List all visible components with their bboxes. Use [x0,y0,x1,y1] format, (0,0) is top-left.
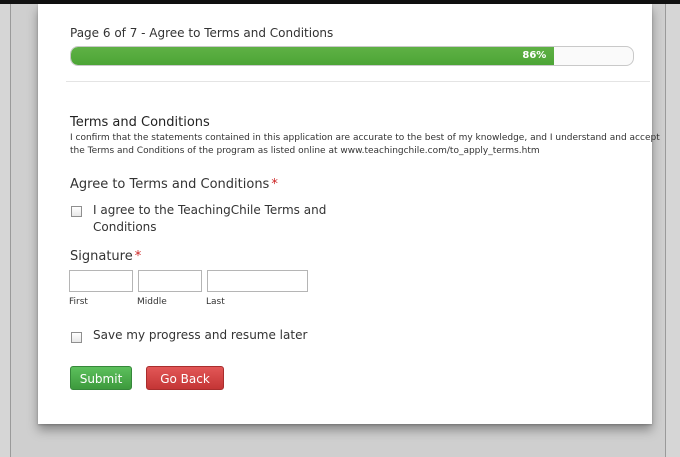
progress-fill: 86% [71,47,555,65]
progress-bar: 86% [70,46,634,66]
submit-button[interactable]: Submit [70,366,132,390]
form-card: Page 6 of 7 - Agree to Terms and Conditi… [38,4,660,424]
agree-field-label: Agree to Terms and Conditions * [70,177,278,192]
agree-terms-line-2: Conditions [93,220,157,234]
signature-last-sublabel: Last [206,297,225,307]
go-back-button[interactable]: Go Back [146,366,224,390]
signature-last-input[interactable] [207,270,308,292]
signature-first-input[interactable] [69,270,133,292]
agree-terms-line-1: I agree to the TeachingChile Terms and [93,203,327,217]
save-progress-checkbox[interactable] [71,332,82,343]
signature-field-label: Signature * [70,249,141,264]
signature-first-sublabel: First [69,297,88,307]
terms-description: I confirm that the statements contained … [70,133,660,156]
agree-terms-checkbox[interactable] [71,206,82,217]
agree-terms-checkbox-label[interactable]: I agree to the TeachingChile Terms and C… [93,202,326,236]
save-progress-label[interactable]: Save my progress and resume later [93,327,307,344]
progress-percent: 86% [522,50,547,61]
required-marker: * [271,177,278,192]
page-title: Page 6 of 7 - Agree to Terms and Conditi… [70,26,334,40]
required-marker: * [134,249,142,264]
section-divider [66,81,650,82]
agree-label-text: Agree to Terms and Conditions [70,177,270,192]
signature-middle-input[interactable] [138,270,202,292]
signature-label-text: Signature [70,249,133,264]
terms-heading: Terms and Conditions [70,115,210,130]
signature-middle-sublabel: Middle [137,297,167,307]
